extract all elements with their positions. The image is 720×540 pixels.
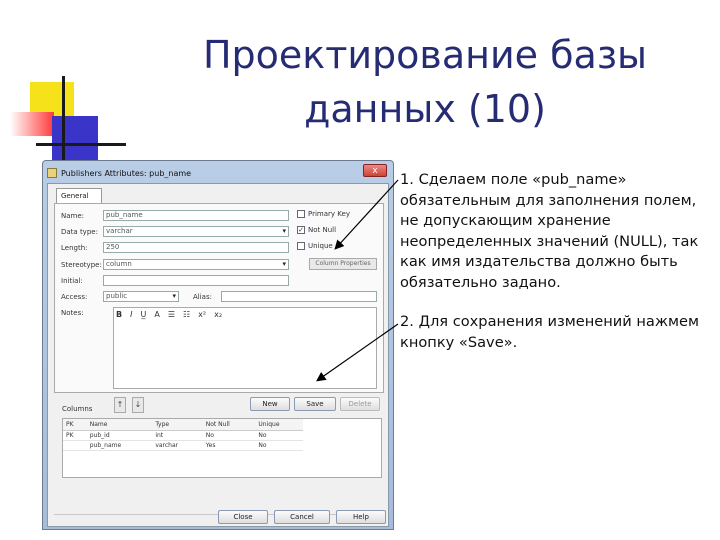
arrow-to-save-button bbox=[316, 323, 399, 382]
annotation-step-2: 2. Для сохранения изменений нажмем кнопк… bbox=[400, 313, 700, 351]
annotation-step-1: 1. Сделаем поле «pub_name» обязательным … bbox=[400, 171, 699, 291]
arrow-to-not-null bbox=[334, 179, 399, 250]
